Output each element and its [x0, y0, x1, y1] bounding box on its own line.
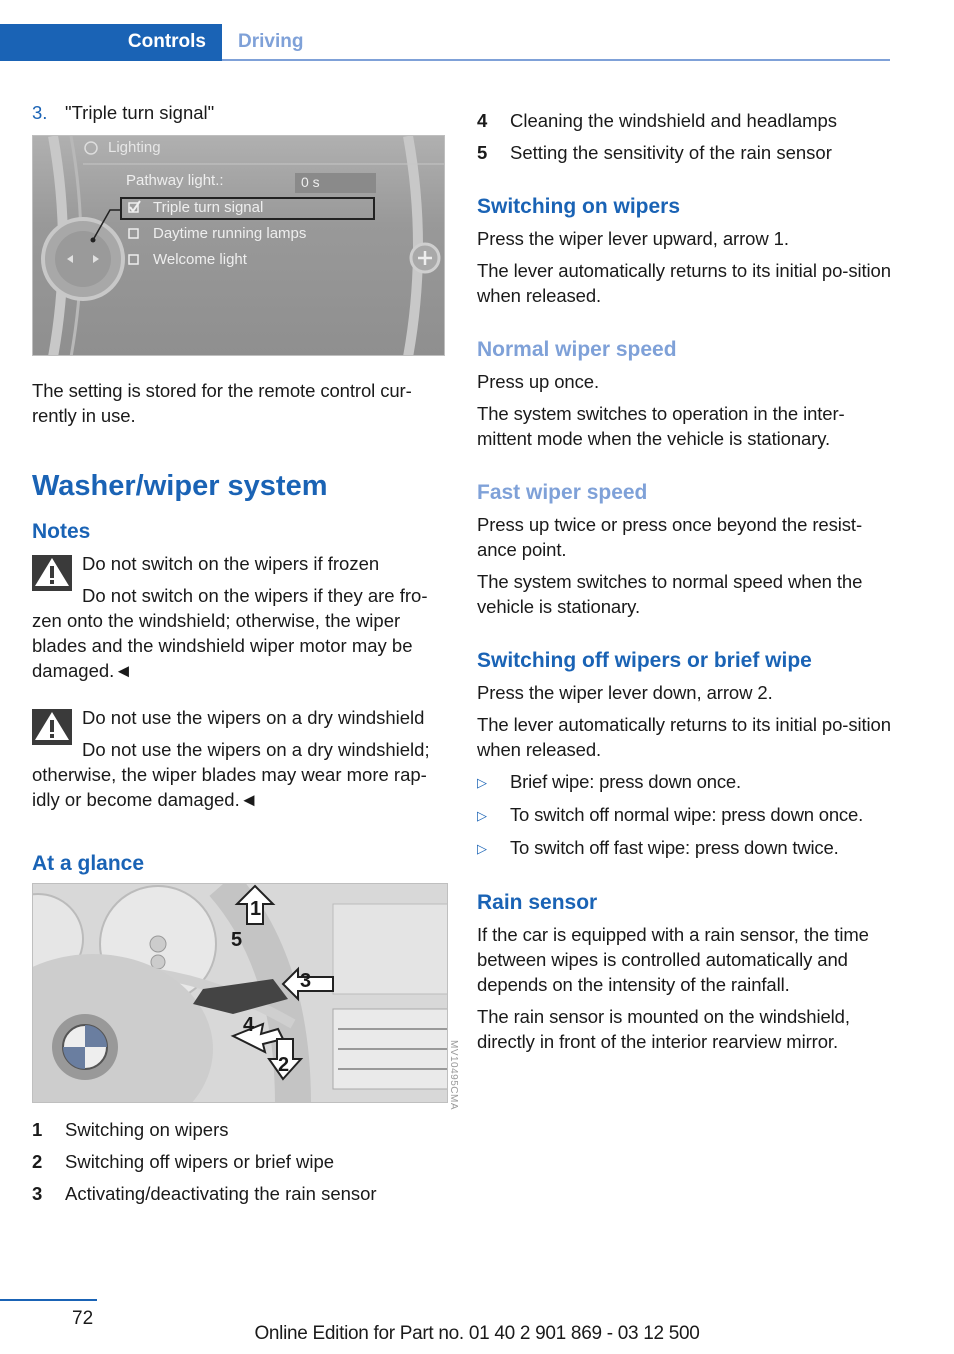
rain-sensor-heading: Rain sensor — [477, 891, 598, 914]
legend-number: 5 — [477, 142, 488, 163]
legend-item: 2 Switching off wipers or brief wipe — [32, 1149, 446, 1174]
legend-item: 3 Activating/deactivating the rain senso… — [32, 1181, 446, 1206]
header-rule — [222, 59, 890, 61]
bullet-item: ▷ To switch off fast wipe: press down tw… — [477, 835, 893, 861]
bullet-triangle-icon: ▷ — [477, 808, 487, 823]
normal-speed-heading: Normal wiper speed — [477, 338, 677, 361]
bullet-item: ▷ To switch off normal wipe: press down … — [477, 802, 893, 828]
stored-setting-text: The setting is stored for the remote con… — [32, 380, 412, 426]
legend-item: 1 Switching on wipers — [32, 1117, 446, 1142]
step-number: 3. — [32, 102, 48, 123]
step-item: 3. "Triple turn signal" — [32, 100, 446, 125]
section-title: Washer/wiper system — [32, 470, 328, 502]
warning-body: Do not switch on the wipers if they are … — [32, 585, 428, 681]
normal-speed-p2: The system switches to operation in the … — [477, 403, 845, 449]
bullet-triangle-icon: ▷ — [477, 841, 487, 856]
header-tab-controls[interactable]: Controls — [0, 24, 222, 61]
warning-body: Do not use the wipers on a dry windshiel… — [32, 739, 430, 810]
figure-code: MV10495CMA — [448, 1040, 459, 1111]
option-daytime-running-lamps: Daytime running lamps — [153, 225, 307, 242]
notes-heading: Notes — [32, 520, 91, 543]
bullet-text: Brief wipe: press down once. — [510, 771, 741, 792]
pathway-light-label: Pathway light.: — [126, 172, 224, 189]
switching-off-p2: The lever automatically returns to its i… — [477, 714, 891, 760]
rain-sensor-p2: The rain sensor is mounted on the windsh… — [477, 1006, 850, 1052]
callout-1: 1 — [250, 898, 262, 920]
legend-number: 4 — [477, 110, 488, 131]
legend-item: 5 Setting the sensitivity of the rain se… — [477, 140, 893, 165]
legend-text: Activating/deactivating the rain sensor — [65, 1183, 377, 1204]
legend-text: Switching on wipers — [65, 1119, 229, 1140]
callout-4: 4 — [243, 1014, 255, 1036]
rain-sensor-p1: If the car is equipped with a rain senso… — [477, 924, 869, 995]
legend-text: Cleaning the windshield and headlamps — [510, 110, 838, 131]
edition-text: Online Edition for Part no. 01 40 2 901 … — [254, 1323, 700, 1344]
pathway-light-value: 0 s — [301, 174, 320, 190]
bullet-triangle-icon: ▷ — [477, 775, 487, 790]
header-tab-controls-label: Controls — [127, 31, 206, 52]
header-tab-driving[interactable]: Driving — [238, 31, 303, 53]
warning-frozen: Do not switch on the wipers if frozen Do… — [32, 551, 446, 683]
option-welcome-light: Welcome light — [153, 251, 247, 268]
right-column: 4 Cleaning the windshield and headlamps … — [477, 108, 893, 1061]
switching-on-p2: The lever automatically returns to its i… — [477, 260, 891, 306]
fast-speed-heading: Fast wiper speed — [477, 481, 648, 504]
normal-speed-p1: Press up once. — [477, 371, 600, 392]
wiper-lever-illustration — [33, 884, 447, 1102]
legend-number: 1 — [32, 1119, 43, 1140]
bullet-text: To switch off normal wipe: press down on… — [510, 804, 864, 825]
legend-text: Switching off wipers or brief wipe — [65, 1151, 335, 1172]
step-text: "Triple turn signal" — [65, 102, 215, 123]
lighting-menu-figure: Lighting Pathway light.: 0 s Triple turn… — [32, 135, 445, 356]
option-triple-turn-signal: Triple turn signal — [153, 199, 264, 216]
bullet-item: ▷ Brief wipe: press down once. — [477, 769, 893, 795]
switching-on-p1: Press the wiper lever upward, arrow 1. — [477, 228, 789, 249]
wiper-lever-figure: 1 5 3 4 2 — [32, 883, 448, 1103]
switching-off-heading: Switching off wipers or brief wipe — [477, 649, 812, 672]
warning-icon — [32, 555, 72, 591]
callout-5: 5 — [231, 929, 243, 951]
switching-on-heading: Switching on wipers — [477, 195, 681, 218]
fast-speed-p1: Press up twice or press once beyond the … — [477, 514, 863, 560]
legend-number: 3 — [32, 1183, 43, 1204]
bullet-text: To switch off fast wipe: press down twic… — [510, 837, 839, 858]
switching-off-p1: Press the wiper lever down, arrow 2. — [477, 682, 773, 703]
warning-title: Do not use the wipers on a dry windshiel… — [82, 707, 425, 728]
warning-dry-windshield: Do not use the wipers on a dry windshiel… — [32, 705, 446, 812]
lighting-menu-illustration — [41, 136, 444, 355]
legend-item: 4 Cleaning the windshield and headlamps — [477, 108, 893, 133]
legend-number: 2 — [32, 1151, 43, 1172]
lighting-menu-title: Lighting — [108, 139, 161, 156]
left-column: 3. "Triple turn signal" Lighting Pathway… — [32, 100, 448, 1213]
warning-icon — [32, 709, 72, 745]
legend-text: Setting the sensitivity of the rain sens… — [510, 142, 832, 163]
fast-speed-p2: The system switches to normal speed when… — [477, 571, 863, 617]
at-a-glance-heading: At a glance — [32, 852, 145, 875]
warning-title: Do not switch on the wipers if frozen — [82, 553, 380, 574]
footer-rule — [0, 1299, 97, 1301]
callout-3: 3 — [300, 970, 312, 992]
callout-2: 2 — [278, 1054, 290, 1076]
